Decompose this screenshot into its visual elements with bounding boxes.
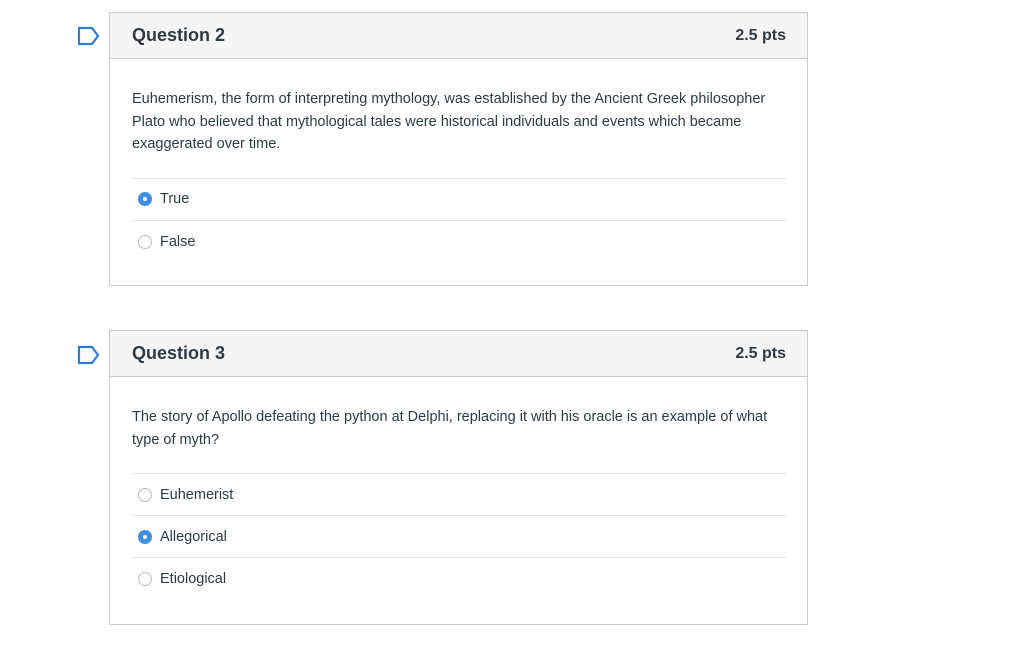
question-points: 2.5 pts	[735, 26, 786, 44]
answer-option-true[interactable]: True	[132, 179, 786, 221]
radio-unselected-icon[interactable]	[138, 487, 152, 502]
radio-selected-icon[interactable]	[138, 192, 152, 206]
answer-label: Allegorical	[160, 528, 227, 545]
question-title: Question 2	[132, 25, 226, 45]
question-body: Euhemerism, the form of interpreting myt…	[110, 59, 807, 263]
question-body: The story of Apollo defeating the python…	[110, 377, 807, 600]
question-text: Euhemerism, the form of interpreting myt…	[132, 91, 766, 152]
answer-option-allegorical[interactable]: Allegorical	[132, 516, 786, 558]
question-header: Question 3 2.5 pts	[110, 331, 807, 377]
answer-list: True False	[132, 177, 786, 263]
answer-option-false[interactable]: False	[132, 221, 786, 263]
answer-list: Euhemerist Allegorical Etiological	[132, 473, 786, 600]
radio-unselected-icon[interactable]	[138, 234, 152, 249]
question-points: 2.5 pts	[735, 344, 786, 362]
answer-label: Euhemerist	[160, 486, 234, 503]
answer-label: False	[160, 233, 196, 250]
radio-selected-icon[interactable]	[138, 529, 152, 544]
answer-option-euhemerist[interactable]: Euhemerist	[132, 474, 786, 516]
question-header: Question 2 2.5 pts	[110, 13, 807, 59]
question-2: Question 2 2.5 pts Euhemerism, the form …	[109, 12, 808, 286]
answer-label: True	[160, 191, 190, 207]
radio-unselected-icon[interactable]	[138, 572, 152, 586]
question-title: Question 3	[132, 343, 226, 363]
flag-question-3-icon[interactable]	[77, 345, 101, 365]
question-3: Question 3 2.5 pts The story of Apollo d…	[109, 330, 808, 625]
answer-option-etiological[interactable]: Etiological	[132, 558, 786, 600]
answer-label: Etiological	[160, 571, 227, 587]
question-text: The story of Apollo defeating the python…	[132, 409, 768, 448]
flag-question-2-icon[interactable]	[77, 26, 101, 46]
